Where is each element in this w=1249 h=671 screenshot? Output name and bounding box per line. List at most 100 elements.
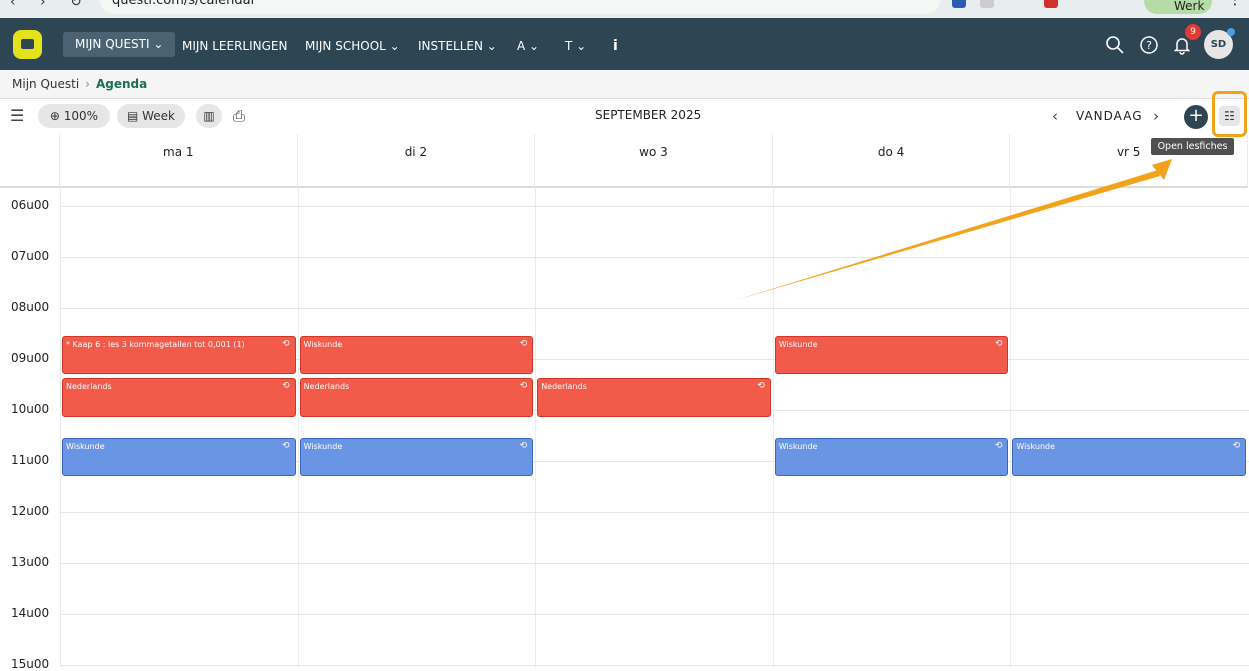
hour-label: 07u00 bbox=[11, 249, 50, 263]
calendar-event[interactable]: Wiskunde ⟲ bbox=[774, 335, 1009, 374]
day-header[interactable]: do 4 bbox=[772, 134, 1011, 188]
today-button[interactable]: VANDAAG bbox=[1076, 109, 1143, 123]
nav-a[interactable]: A ⌄ bbox=[517, 34, 539, 58]
hour-gridline bbox=[60, 308, 1249, 309]
day-header-label: wo 3 bbox=[639, 145, 668, 159]
add-event-button[interactable]: + bbox=[1184, 105, 1208, 129]
calendar-event[interactable]: * Kaap 6 : les 3 kommagetallen tot 0,001… bbox=[62, 335, 296, 374]
calendar-event[interactable]: Wiskunde ⟲ bbox=[299, 335, 534, 374]
day-column-divider bbox=[60, 188, 61, 668]
breadcrumb-parent[interactable]: Mijn Questi bbox=[12, 77, 79, 91]
day-header[interactable]: wo 3 bbox=[535, 134, 773, 188]
help-icon[interactable]: ? bbox=[1139, 35, 1159, 55]
calendar-event[interactable]: Wiskunde ⟲ bbox=[774, 437, 1009, 476]
week-calendar: ma 1 di 2 wo 3 do 4 vr 5 06u00 07u00 08u00 09u00… bbox=[0, 134, 1249, 671]
zoom-level: 100% bbox=[63, 109, 99, 123]
event-title: Wiskunde bbox=[1016, 441, 1056, 451]
event-title: Nederlands bbox=[303, 382, 350, 391]
hour-gridline bbox=[60, 614, 1249, 615]
event-title: * Kaap 6 : les 3 kommagetallen tot 0,001… bbox=[66, 339, 245, 349]
print-icon[interactable]: ⎙ bbox=[233, 107, 245, 125]
hour-gridline bbox=[60, 206, 1249, 207]
open-lesfiches-button[interactable]: ☷ bbox=[1212, 91, 1247, 137]
notification-badge: 9 bbox=[1185, 24, 1201, 40]
hour-label: 10u00 bbox=[11, 402, 50, 416]
hour-label: 08u00 bbox=[11, 300, 50, 314]
day-header[interactable]: di 2 bbox=[297, 134, 536, 188]
hour-label: 12u00 bbox=[11, 504, 50, 518]
day-column-divider bbox=[1010, 188, 1012, 668]
day-column-divider bbox=[297, 188, 299, 668]
event-title: Wiskunde bbox=[778, 339, 818, 349]
browser-menu-icon[interactable]: ⋮ bbox=[1228, 0, 1242, 8]
calendar-event[interactable]: Wiskunde ⟲ bbox=[1012, 437, 1246, 476]
next-week-button[interactable]: › bbox=[1153, 107, 1159, 125]
repeat-icon: ⟲ bbox=[282, 440, 290, 451]
event-title: Nederlands bbox=[66, 382, 112, 391]
repeat-icon: ⟲ bbox=[519, 440, 528, 451]
calendar-icon: ▤ bbox=[126, 109, 143, 123]
calendar-event[interactable]: Nederlands ⟲ bbox=[537, 378, 771, 417]
hour-gridline bbox=[60, 665, 1249, 666]
repeat-icon: ⟲ bbox=[282, 381, 290, 391]
calendar-event[interactable]: Nederlands ⟲ bbox=[62, 378, 296, 417]
view-label: Week bbox=[142, 109, 176, 123]
chart-button[interactable]: ▥ bbox=[196, 104, 222, 128]
day-header-label: di 2 bbox=[404, 145, 428, 159]
month-title: SEPTEMBER 2025 bbox=[595, 108, 702, 122]
hour-label: 15u00 bbox=[11, 657, 50, 671]
nav-mijn-school[interactable]: MIJN SCHOOL ⌄ bbox=[305, 34, 400, 58]
previous-week-button[interactable]: ‹ bbox=[1052, 107, 1058, 125]
address-bar-url[interactable]: questi.com/s/calendar bbox=[112, 0, 256, 8]
svg-text:?: ? bbox=[1146, 39, 1152, 52]
hour-gridline bbox=[60, 257, 1249, 258]
questi-logo[interactable] bbox=[13, 30, 42, 59]
event-title: Wiskunde bbox=[66, 441, 105, 451]
search-icon[interactable] bbox=[1105, 35, 1125, 55]
browser-toolbar: ‹ › ↻ questi.com/s/calendar Werk ⋮ bbox=[0, 0, 1249, 18]
extension-icon[interactable] bbox=[980, 0, 994, 8]
repeat-icon: ⟲ bbox=[994, 338, 1003, 349]
hour-label: 11u00 bbox=[11, 453, 50, 467]
hamburger-menu-icon[interactable]: ☰ bbox=[10, 106, 24, 125]
list-icon: ☷ bbox=[1219, 106, 1240, 126]
day-header-label: ma 1 bbox=[163, 145, 194, 159]
day-header[interactable]: ma 1 bbox=[60, 134, 298, 188]
calendar-toolbar: ☰ ⊕ 100% ▤ Week ▥ ⎙ SEPTEMBER 2025 ‹ VAN… bbox=[0, 91, 1249, 137]
zoom-button[interactable]: ⊕ 100% bbox=[38, 104, 110, 128]
day-column-divider bbox=[772, 188, 774, 668]
extension-icon[interactable] bbox=[1044, 0, 1058, 8]
info-icon[interactable]: i bbox=[613, 34, 618, 58]
day-column-divider bbox=[535, 188, 537, 668]
event-title: Nederlands bbox=[541, 382, 587, 391]
repeat-icon: ⟲ bbox=[282, 338, 290, 349]
event-title: Wiskunde bbox=[303, 339, 343, 349]
repeat-icon: ⟲ bbox=[994, 440, 1003, 451]
zoom-icon: ⊕ bbox=[49, 109, 64, 123]
calendar-event[interactable]: Wiskunde ⟲ bbox=[62, 437, 296, 476]
hour-label: 09u00 bbox=[11, 351, 50, 365]
plus-icon: + bbox=[1188, 105, 1204, 126]
calendar-event[interactable]: Nederlands ⟲ bbox=[299, 378, 534, 417]
event-title: Wiskunde bbox=[778, 441, 818, 451]
nav-instellen[interactable]: INSTELLEN ⌄ bbox=[418, 34, 497, 58]
view-select-button[interactable]: ▤ Week bbox=[117, 104, 185, 128]
extension-icon[interactable] bbox=[952, 0, 966, 8]
repeat-icon: ⟲ bbox=[1232, 440, 1240, 451]
breadcrumb-current: Agenda bbox=[95, 77, 148, 91]
nav-mijn-questi[interactable]: MIJN QUESTI ⌄ bbox=[63, 32, 176, 57]
hour-gridline bbox=[60, 512, 1249, 513]
browser-nav-buttons[interactable]: ‹ › ↻ bbox=[10, 0, 92, 10]
browser-profile-button[interactable]: Werk bbox=[1144, 0, 1212, 14]
nav-mijn-leerlingen[interactable]: MIJN LEERLINGEN bbox=[182, 34, 287, 58]
repeat-icon: ⟲ bbox=[519, 338, 528, 349]
day-header-label: do 4 bbox=[877, 145, 905, 159]
hour-label: 06u00 bbox=[11, 198, 50, 212]
repeat-icon: ⟲ bbox=[757, 381, 765, 391]
repeat-icon: ⟲ bbox=[519, 381, 528, 391]
event-title: Wiskunde bbox=[303, 441, 343, 451]
hour-gridline bbox=[60, 563, 1249, 564]
calendar-event[interactable]: Wiskunde ⟲ bbox=[299, 437, 534, 476]
hour-label: 13u00 bbox=[11, 555, 50, 569]
nav-t[interactable]: T ⌄ bbox=[565, 34, 586, 58]
